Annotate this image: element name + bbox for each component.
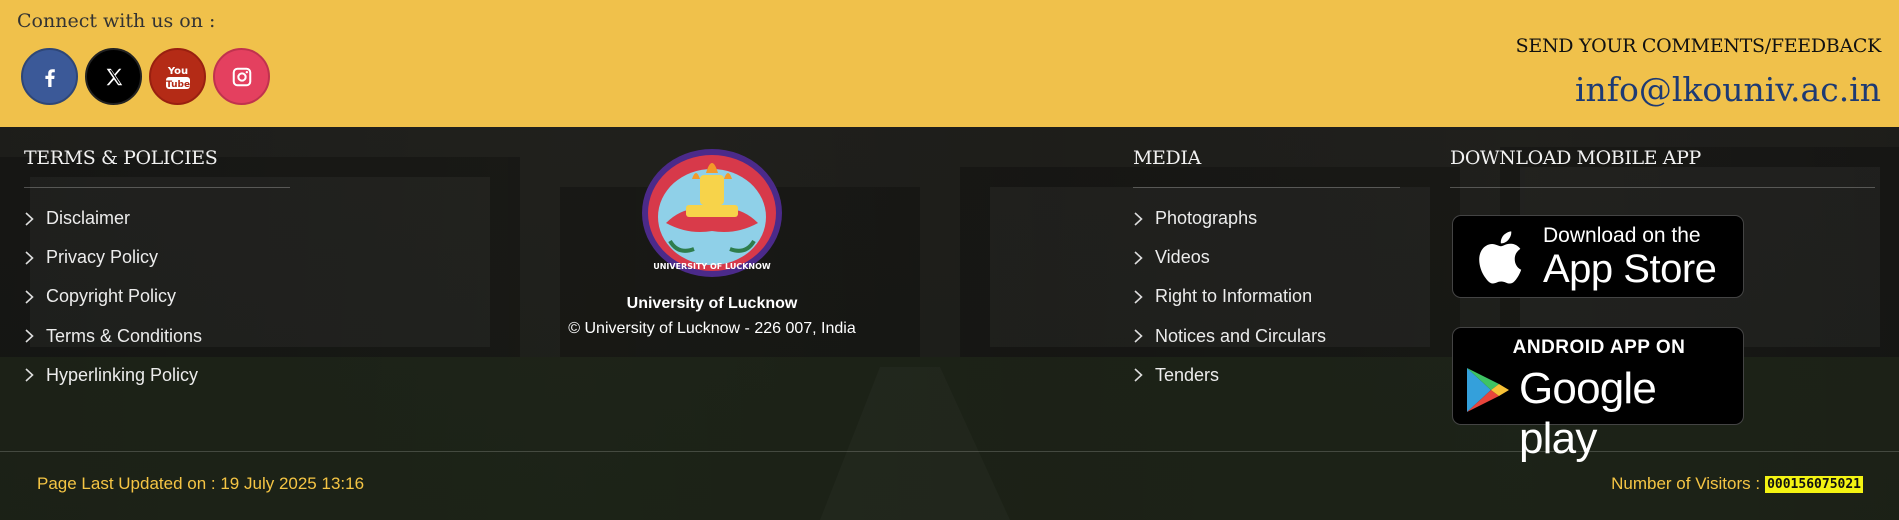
media-link-tenders[interactable]: Tenders <box>1133 356 1326 395</box>
terms-link-label: Terms & Conditions <box>46 325 203 346</box>
terms-link-disclaimer[interactable]: Disclaimer <box>24 199 202 238</box>
media-divider <box>1133 187 1400 188</box>
media-link-label: Tenders <box>1155 364 1220 385</box>
terms-link-label: Copyright Policy <box>46 286 177 307</box>
chevron-right-icon <box>1134 212 1143 226</box>
instagram-icon <box>232 67 251 86</box>
apple-icon <box>1479 230 1522 284</box>
terms-divider <box>24 187 290 188</box>
media-link-notices[interactable]: Notices and Circulars <box>1133 317 1326 356</box>
media-link-label: Notices and Circulars <box>1155 325 1327 346</box>
chevron-right-icon <box>1134 290 1143 304</box>
app-store-line2: App Store <box>1543 246 1717 291</box>
google-play-line1: ANDROID APP ON <box>1512 337 1686 358</box>
terms-link-privacy[interactable]: Privacy Policy <box>24 238 202 277</box>
media-link-photographs[interactable]: Photographs <box>1133 199 1326 238</box>
social-links: You Tube <box>21 48 270 105</box>
chevron-right-icon <box>1134 329 1143 343</box>
terms-link-terms-conditions[interactable]: Terms & Conditions <box>24 317 202 356</box>
university-copyright: © University of Lucknow - 226 007, India <box>568 320 856 337</box>
social-feedback-band: Connect with us on : You Tube SEND YOUR … <box>0 0 1899 127</box>
terms-link-label: Privacy Policy <box>46 247 159 268</box>
svg-text:You: You <box>166 66 187 77</box>
feedback-email-link[interactable]: info@lkouniv.ac.in <box>1575 70 1881 109</box>
visitor-label: Number of Visitors : <box>1611 474 1761 493</box>
chevron-right-icon <box>25 290 34 304</box>
x-twitter-link[interactable] <box>85 48 142 105</box>
media-link-label: Videos <box>1155 247 1210 268</box>
facebook-icon <box>44 68 55 87</box>
chevron-right-icon <box>1134 251 1143 265</box>
terms-link-copyright[interactable]: Copyright Policy <box>24 277 202 316</box>
terms-link-hyperlinking[interactable]: Hyperlinking Policy <box>24 356 202 395</box>
media-link-label: Photographs <box>1155 208 1258 229</box>
footer-divider <box>0 451 1899 452</box>
media-link-videos[interactable]: Videos <box>1133 238 1326 277</box>
svg-text:Tube: Tube <box>165 80 189 90</box>
connect-label: Connect with us on : <box>17 10 216 32</box>
footer-main: TERMS & POLICIES Disclaimer Privacy Poli… <box>0 127 1899 520</box>
google-play-icon <box>1467 368 1509 412</box>
youtube-link[interactable]: You Tube <box>149 48 206 105</box>
instagram-link[interactable] <box>213 48 270 105</box>
media-link-label: Right to Information <box>1155 286 1313 307</box>
chevron-right-icon <box>25 368 34 382</box>
x-twitter-icon <box>106 68 122 85</box>
app-store-line1: Download on the <box>1543 223 1701 247</box>
visitor-count: 000156075021 <box>1765 475 1863 493</box>
terms-heading: TERMS & POLICIES <box>24 147 218 169</box>
youtube-icon: You Tube <box>165 66 189 90</box>
app-heading: DOWNLOAD MOBILE APP <box>1450 147 1701 169</box>
chevron-right-icon <box>1134 368 1143 382</box>
media-link-rti[interactable]: Right to Information <box>1133 277 1326 316</box>
university-name: University of Lucknow <box>626 295 798 312</box>
chevron-right-icon <box>25 251 34 265</box>
google-play-line2: Google play <box>1519 364 1657 463</box>
chevron-right-icon <box>25 212 34 226</box>
last-updated: Page Last Updated on : 19 July 2025 13:1… <box>37 474 365 493</box>
google-play-badge[interactable]: ANDROID APP ON Google play <box>1452 327 1744 463</box>
facebook-link[interactable] <box>21 48 78 105</box>
chevron-right-icon <box>25 329 34 343</box>
seal-text: UNIVERSITY OF LUCKNOW <box>653 262 771 271</box>
terms-links: Disclaimer Privacy Policy Copyright Poli… <box>24 199 202 395</box>
terms-link-label: Disclaimer <box>46 208 131 229</box>
feedback-label: SEND YOUR COMMENTS/FEEDBACK <box>1515 35 1882 57</box>
media-links: Photographs Videos Right to Information … <box>1133 199 1326 395</box>
media-heading: MEDIA <box>1133 147 1201 169</box>
app-divider <box>1450 187 1875 188</box>
app-store-badge[interactable]: Download on the App Store <box>1452 215 1744 298</box>
university-seal-logo: UNIVERSITY OF LUCKNOW <box>642 149 782 277</box>
terms-link-label: Hyperlinking Policy <box>46 364 199 385</box>
visitor-counter: Number of Visitors : 000156075021 <box>1611 474 1863 494</box>
